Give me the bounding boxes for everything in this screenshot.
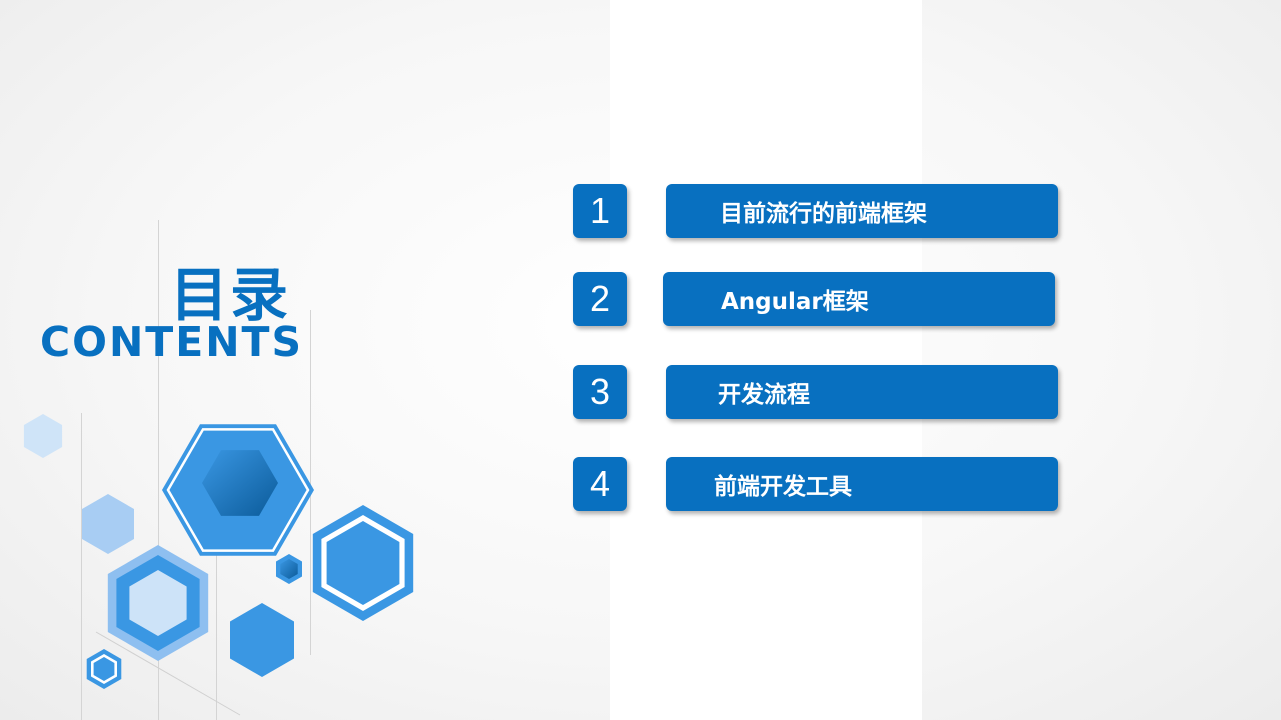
- item-number: 3: [573, 365, 627, 419]
- toc-item-label: 开发流程: [718, 382, 810, 408]
- hexagon: [230, 603, 294, 677]
- toc-item-label: 目前流行的前端框架: [720, 201, 927, 227]
- toc-item-1[interactable]: 目前流行的前端框架: [666, 184, 1058, 238]
- item-number: 2: [573, 272, 627, 326]
- hexagon: [23, 414, 63, 458]
- hexagon: [82, 494, 134, 554]
- toc-item-label: Angular框架: [721, 289, 869, 315]
- item-number: 4: [573, 457, 627, 511]
- toc-item-4[interactable]: 前端开发工具: [666, 457, 1058, 511]
- page-subtitle: CONTENTS: [40, 318, 304, 366]
- toc-item-label: 前端开发工具: [714, 474, 852, 500]
- toc-item-3[interactable]: 开发流程: [666, 365, 1058, 419]
- item-number: 1: [573, 184, 627, 238]
- toc-item-2[interactable]: Angular框架: [663, 272, 1055, 326]
- background-band: [610, 0, 922, 720]
